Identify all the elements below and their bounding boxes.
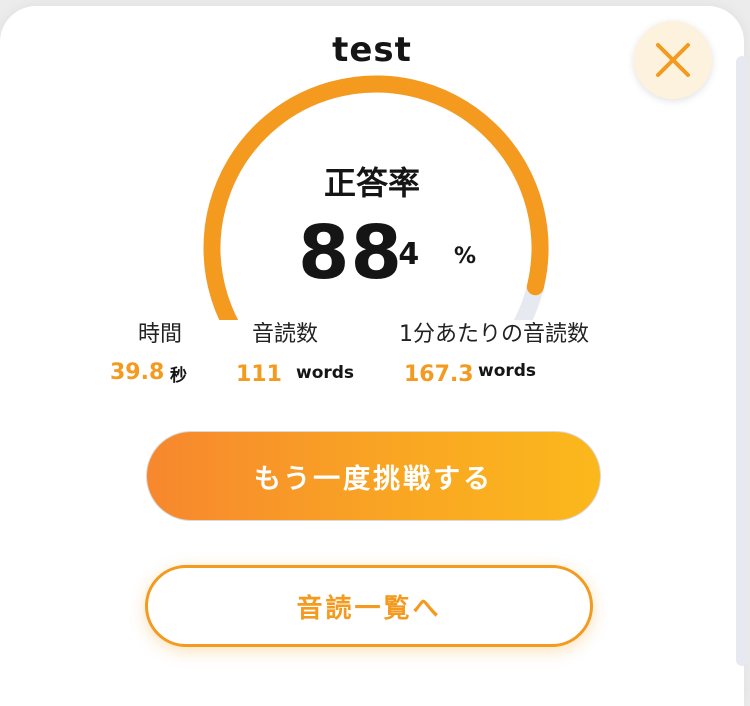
time-unit: 秒 <box>170 366 187 386</box>
reading-list-button-label: 音読一覧へ <box>296 593 442 624</box>
accuracy-label: 正答率 <box>323 164 420 202</box>
words-per-minute-value: 167.3 <box>404 362 474 387</box>
word-count-value: 111 <box>236 362 282 387</box>
retry-button[interactable]: もう一度挑戦する <box>146 431 601 521</box>
time-value: 39.8 <box>110 360 165 385</box>
reading-list-button[interactable]: 音読一覧へ <box>145 565 593 647</box>
words-per-minute-label: 1分あたりの音読数 <box>399 322 589 347</box>
accuracy-value-decimal: .4 <box>387 237 420 272</box>
word-count-unit: words <box>296 363 355 383</box>
retry-button-label: もう一度挑戦する <box>253 463 494 495</box>
word-count-label: 音読数 <box>252 322 319 347</box>
accuracy-unit: % <box>454 244 477 269</box>
time-label: 時間 <box>138 322 183 347</box>
words-per-minute-unit: words <box>478 361 537 381</box>
